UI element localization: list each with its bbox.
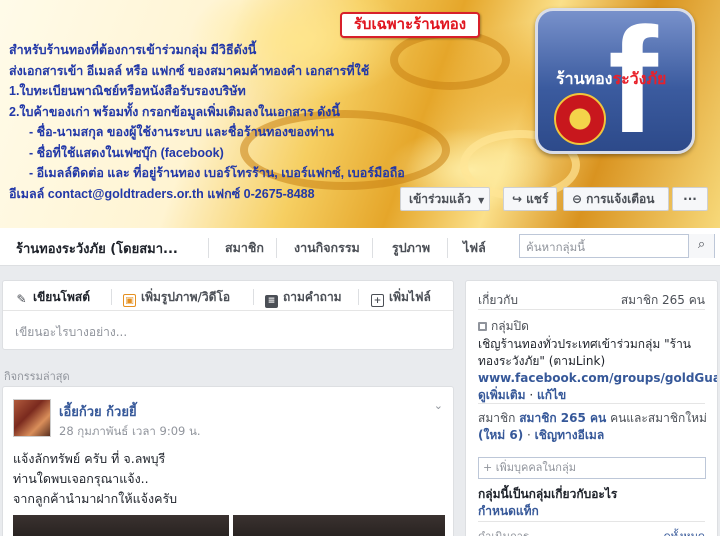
chevron-down-icon[interactable]: ⌄ xyxy=(434,399,443,412)
set-tags-link[interactable]: กำหนดแท็ก xyxy=(478,504,539,518)
nav-item-files[interactable]: ไฟล์ xyxy=(463,238,486,258)
new-members-link[interactable]: (ใหม่ 6) xyxy=(478,428,523,442)
group-url-link[interactable]: www.facebook.com/groups/goldGuar... xyxy=(478,371,717,385)
nav-divider xyxy=(276,238,277,258)
cover-line: 1.ใบทะเบียนพาณิชย์หรือหนังสือรับรองบริษั… xyxy=(9,84,246,98)
add-people-input[interactable]: + เพิ่มบุคคลในกลุ่ม xyxy=(478,457,706,479)
members-label: สมาชิก xyxy=(478,411,516,425)
tab-add-photo-video[interactable]: ▣ เพิ่มรูปภาพ/วิดีโอ xyxy=(123,288,230,307)
pencil-icon: ✎ xyxy=(15,292,28,306)
invite-email-link[interactable]: เชิญทางอีเมล xyxy=(535,428,605,442)
divider xyxy=(478,309,705,310)
post-photo[interactable] xyxy=(233,515,445,536)
tab-divider xyxy=(253,289,254,305)
members-rest-text: คนและสมาชิกใหม่ xyxy=(610,411,707,425)
cover-instructions: สำหรับร้านทองที่ต้องการเข้าร่วมกลุ่ม มีว… xyxy=(9,40,405,204)
minus-circle-icon: ⊖ xyxy=(572,192,583,206)
cover-line: - ชื่อ-นามสกุล ของผู้ใช้งานระบบ และชื่อร… xyxy=(29,125,334,139)
cover-line: - ชื่อที่ใช้แสดงในเฟซบุ๊ก (facebook) xyxy=(29,145,224,160)
group-nav-bar: ร้านทองระวังภัย (โดยสมา... สมาชิก งานกิจ… xyxy=(0,228,720,266)
privacy-status: กลุ่มปิด xyxy=(478,317,529,336)
divider xyxy=(478,403,705,404)
lock-icon xyxy=(478,322,487,331)
tab-write-post-label: เขียนโพสต์ xyxy=(33,290,91,304)
group-search-input[interactable]: ค้นหากลุ่มนี้ ⌕ xyxy=(519,234,715,258)
group-description: เชิญร้านทองทั่วประเทศเข้าร่วมกลุ่ม "ร้าน… xyxy=(478,336,717,404)
members-link[interactable]: สมาชิก 265 คน xyxy=(519,411,606,425)
association-seal-icon xyxy=(554,93,606,145)
cover-line: ส่งเอกสารเข้า อีเมลล์ หรือ แฟกซ์ ของสมาค… xyxy=(9,63,370,78)
edit-link[interactable]: แก้ไข xyxy=(537,388,566,402)
description-text: เชิญร้านทองทั่วประเทศเข้าร่วมกลุ่ม "ร้าน… xyxy=(478,337,692,368)
nav-divider xyxy=(208,238,209,258)
members-summary: สมาชิก สมาชิก 265 คน คนและสมาชิกใหม่ (ให… xyxy=(478,411,707,442)
search-icon[interactable]: ⌕ xyxy=(688,234,714,258)
post-author[interactable]: เอี้ยก้วย ก้วยยี้ xyxy=(59,401,137,422)
tab-add-file-label: เพิ่มไฟล์ xyxy=(389,290,431,304)
tab-divider xyxy=(358,289,359,305)
post-photo[interactable] xyxy=(13,515,229,536)
post-composer: ✎ เขียนโพสต์ ▣ เพิ่มรูปภาพ/วิดีโอ ≡ ถามคำถา… xyxy=(2,280,454,350)
divider xyxy=(478,521,705,522)
notifications-label: การแจ้งเตือน xyxy=(586,192,655,206)
feed-post: เอี้ยก้วย ก้วยยี้ 28 กุมภาพันธ์ เวลา 9:0… xyxy=(2,386,454,536)
post-body: แจ้งลักทรัพย์ ครับ ที่ จ.ลพบุรี ท่านใดพบ… xyxy=(13,449,177,509)
tab-add-photo-label: เพิ่มรูปภาพ/วิดีโอ xyxy=(141,290,231,304)
logo-shop-name: ร้านทองระวังภัย xyxy=(556,67,666,92)
avatar[interactable] xyxy=(13,399,51,437)
tab-write-post[interactable]: ✎ เขียนโพสต์ xyxy=(15,288,90,307)
photo-icon: ▣ xyxy=(123,294,136,307)
search-placeholder: ค้นหากลุ่มนี้ xyxy=(526,240,586,254)
group-tags: กลุ่มนี้เป็นกลุ่มเกี่ยวกับอะไร กำหนดแท็ก xyxy=(478,486,714,520)
nav-item-photos[interactable]: รูปภาพ xyxy=(392,238,430,258)
post-line: แจ้งลักทรัพย์ ครับ ที่ จ.ลพบุรี xyxy=(13,451,166,466)
joined-label: เข้าร่วมแล้ว xyxy=(409,192,471,206)
tab-divider xyxy=(111,289,112,305)
post-timestamp[interactable]: 28 กุมภาพันธ์ เวลา 9:09 น. xyxy=(59,423,201,441)
see-all-link[interactable]: ดูทั้งหมด xyxy=(664,527,705,536)
tab-ask-question-label: ถามคำถาม xyxy=(283,290,342,304)
see-more-link[interactable]: ดูเพิ่มเติม xyxy=(478,388,526,402)
cover-photo[interactable]: รับเฉพาะร้านทอง สำหรับร้านทองที่ต้องการเ… xyxy=(0,0,720,228)
tags-question: กลุ่มนี้เป็นกลุ่มเกี่ยวกับอะไร xyxy=(478,487,618,501)
more-options-button[interactable]: ··· xyxy=(672,187,708,211)
post-line: จากลูกค้านำมาฝากให้แจ้งครับ xyxy=(13,491,178,506)
cover-line: - อีเมลล์ติดต่อ และ ที่อยู่ร้านทอง เบอร์… xyxy=(29,166,405,180)
cut-off-label: ดำเนินการ xyxy=(478,527,529,536)
nav-divider xyxy=(372,238,373,258)
add-file-icon: + xyxy=(371,294,384,307)
question-list-icon: ≡ xyxy=(265,295,278,308)
tab-ask-question[interactable]: ≡ ถามคำถาม xyxy=(265,288,342,308)
gold-chain-decor xyxy=(390,30,510,90)
group-name-link[interactable]: ร้านทองระวังภัย (โดยสมา... xyxy=(16,238,178,259)
share-arrow-icon: ↪ xyxy=(512,192,523,206)
notifications-button[interactable]: ⊖ การแจ้งเตือน xyxy=(563,187,669,211)
privacy-label: กลุ่มปิด xyxy=(491,319,529,333)
recent-activity-label: กิจกรรมล่าสุด xyxy=(4,370,70,383)
nav-divider xyxy=(447,238,448,258)
cover-line: 2.ใบค้าของเก่า พร้อมทั้ง กรอกข้อมูลเพิ่ม… xyxy=(9,104,340,119)
share-button[interactable]: ↪ แชร์ xyxy=(503,187,557,211)
logo-shop-name-a: ร้านทอง xyxy=(556,71,613,88)
composer-tabs: ✎ เขียนโพสต์ ▣ เพิ่มรูปภาพ/วิดีโอ ≡ ถามคำถา… xyxy=(3,281,453,311)
nav-item-members[interactable]: สมาชิก xyxy=(225,238,264,258)
promo-badge: รับเฉพาะร้านทอง xyxy=(340,12,480,38)
about-panel: เกี่ยวกับ สมาชิก 265 คน กลุ่มปิด เชิญร้า… xyxy=(465,280,718,536)
caret-down-icon: ▼ xyxy=(478,196,485,205)
about-title: เกี่ยวกับ xyxy=(478,293,519,307)
post-line: ท่านใดพบเจอกรุณาแจ้ง.. xyxy=(13,471,149,486)
cover-line: อีเมลล์ contact@goldtraders.or.th แฟกซ์ … xyxy=(9,186,315,201)
logo-shop-name-b: ระวังภัย xyxy=(612,71,667,88)
nav-item-events[interactable]: งานกิจกรรม xyxy=(294,238,360,258)
composer-input[interactable]: เขียนอะไรบางอย่าง... xyxy=(15,323,127,342)
group-logo: f ร้านทองระวังภัย xyxy=(535,8,695,154)
members-count[interactable]: สมาชิก 265 คน xyxy=(621,291,705,310)
tab-add-file[interactable]: + เพิ่มไฟล์ xyxy=(371,288,431,307)
share-label: แชร์ xyxy=(526,192,549,206)
joined-button[interactable]: เข้าร่วมแล้ว ▼ xyxy=(400,187,490,211)
cover-line: สำหรับร้านทองที่ต้องการเข้าร่วมกลุ่ม มีว… xyxy=(9,43,257,57)
